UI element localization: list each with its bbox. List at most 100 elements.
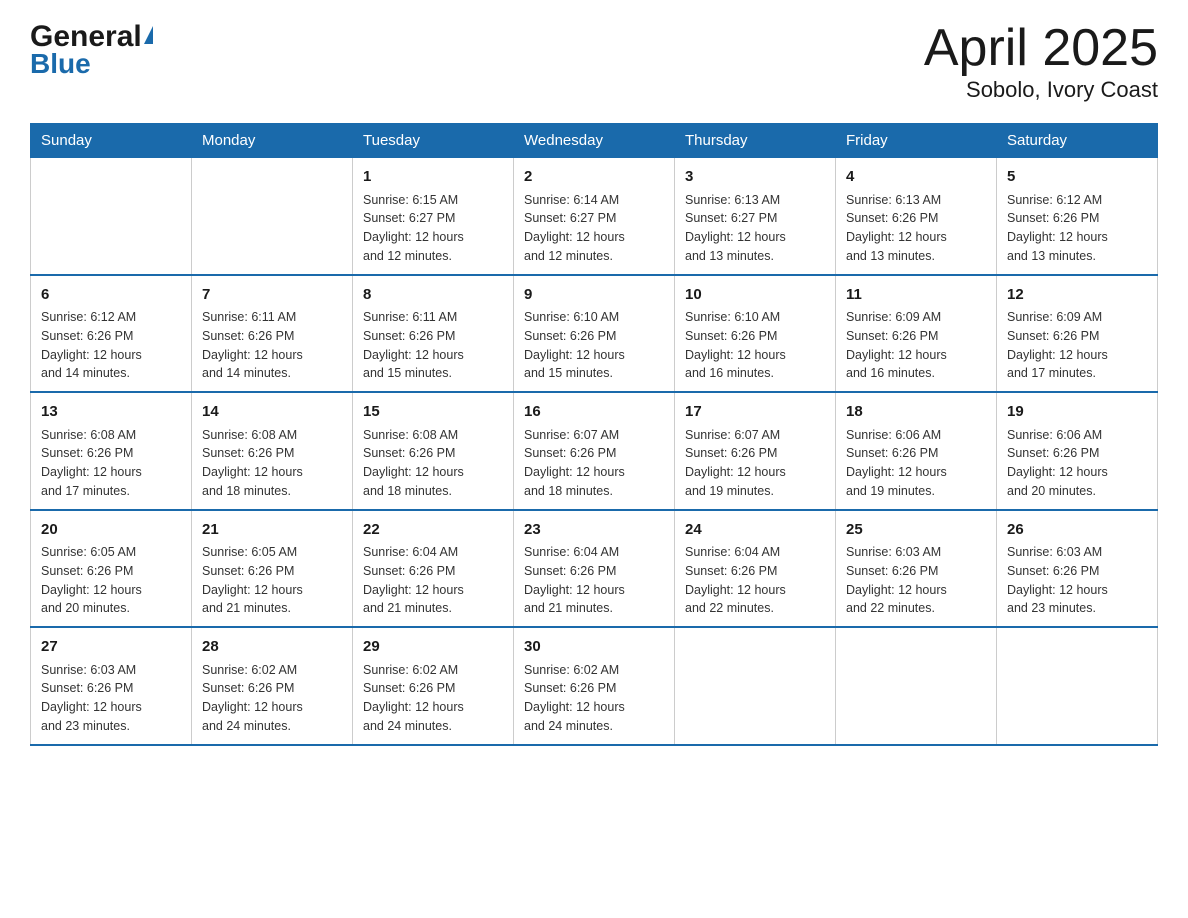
calendar-cell: 11Sunrise: 6:09 AM Sunset: 6:26 PM Dayli…	[836, 275, 997, 393]
calendar-cell: 27Sunrise: 6:03 AM Sunset: 6:26 PM Dayli…	[31, 627, 192, 745]
calendar-cell	[192, 158, 353, 275]
page-subtitle: Sobolo, Ivory Coast	[924, 77, 1158, 103]
day-info: Sunrise: 6:09 AM Sunset: 6:26 PM Dayligh…	[846, 308, 986, 383]
calendar-week-row: 6Sunrise: 6:12 AM Sunset: 6:26 PM Daylig…	[31, 275, 1158, 393]
calendar-cell: 13Sunrise: 6:08 AM Sunset: 6:26 PM Dayli…	[31, 392, 192, 510]
day-number: 27	[41, 636, 181, 659]
day-info: Sunrise: 6:05 AM Sunset: 6:26 PM Dayligh…	[41, 543, 181, 618]
calendar-table: SundayMondayTuesdayWednesdayThursdayFrid…	[30, 123, 1158, 746]
day-number: 13	[41, 401, 181, 424]
day-info: Sunrise: 6:06 AM Sunset: 6:26 PM Dayligh…	[846, 426, 986, 501]
day-info: Sunrise: 6:08 AM Sunset: 6:26 PM Dayligh…	[202, 426, 342, 501]
column-header-monday: Monday	[192, 124, 353, 158]
calendar-cell	[836, 627, 997, 745]
day-number: 21	[202, 519, 342, 542]
calendar-header-row: SundayMondayTuesdayWednesdayThursdayFrid…	[31, 124, 1158, 158]
logo-triangle-icon	[144, 26, 153, 44]
day-info: Sunrise: 6:11 AM Sunset: 6:26 PM Dayligh…	[202, 308, 342, 383]
day-number: 28	[202, 636, 342, 659]
day-info: Sunrise: 6:07 AM Sunset: 6:26 PM Dayligh…	[524, 426, 664, 501]
day-info: Sunrise: 6:11 AM Sunset: 6:26 PM Dayligh…	[363, 308, 503, 383]
day-info: Sunrise: 6:02 AM Sunset: 6:26 PM Dayligh…	[524, 661, 664, 736]
day-number: 8	[363, 284, 503, 307]
calendar-week-row: 20Sunrise: 6:05 AM Sunset: 6:26 PM Dayli…	[31, 510, 1158, 628]
calendar-cell: 30Sunrise: 6:02 AM Sunset: 6:26 PM Dayli…	[514, 627, 675, 745]
day-number: 22	[363, 519, 503, 542]
calendar-cell: 1Sunrise: 6:15 AM Sunset: 6:27 PM Daylig…	[353, 158, 514, 275]
day-number: 1	[363, 166, 503, 189]
day-info: Sunrise: 6:10 AM Sunset: 6:26 PM Dayligh…	[685, 308, 825, 383]
day-info: Sunrise: 6:03 AM Sunset: 6:26 PM Dayligh…	[846, 543, 986, 618]
column-header-friday: Friday	[836, 124, 997, 158]
calendar-cell: 28Sunrise: 6:02 AM Sunset: 6:26 PM Dayli…	[192, 627, 353, 745]
calendar-cell: 21Sunrise: 6:05 AM Sunset: 6:26 PM Dayli…	[192, 510, 353, 628]
calendar-cell: 20Sunrise: 6:05 AM Sunset: 6:26 PM Dayli…	[31, 510, 192, 628]
day-number: 4	[846, 166, 986, 189]
day-info: Sunrise: 6:07 AM Sunset: 6:26 PM Dayligh…	[685, 426, 825, 501]
calendar-cell	[675, 627, 836, 745]
page-title: April 2025	[924, 20, 1158, 77]
day-info: Sunrise: 6:12 AM Sunset: 6:26 PM Dayligh…	[41, 308, 181, 383]
calendar-cell: 4Sunrise: 6:13 AM Sunset: 6:26 PM Daylig…	[836, 158, 997, 275]
day-number: 29	[363, 636, 503, 659]
calendar-cell	[997, 627, 1158, 745]
calendar-cell: 16Sunrise: 6:07 AM Sunset: 6:26 PM Dayli…	[514, 392, 675, 510]
calendar-week-row: 27Sunrise: 6:03 AM Sunset: 6:26 PM Dayli…	[31, 627, 1158, 745]
day-info: Sunrise: 6:05 AM Sunset: 6:26 PM Dayligh…	[202, 543, 342, 618]
calendar-cell: 2Sunrise: 6:14 AM Sunset: 6:27 PM Daylig…	[514, 158, 675, 275]
day-info: Sunrise: 6:03 AM Sunset: 6:26 PM Dayligh…	[41, 661, 181, 736]
calendar-cell: 7Sunrise: 6:11 AM Sunset: 6:26 PM Daylig…	[192, 275, 353, 393]
day-info: Sunrise: 6:09 AM Sunset: 6:26 PM Dayligh…	[1007, 308, 1147, 383]
calendar-cell: 29Sunrise: 6:02 AM Sunset: 6:26 PM Dayli…	[353, 627, 514, 745]
day-info: Sunrise: 6:13 AM Sunset: 6:27 PM Dayligh…	[685, 191, 825, 266]
day-number: 19	[1007, 401, 1147, 424]
calendar-cell: 8Sunrise: 6:11 AM Sunset: 6:26 PM Daylig…	[353, 275, 514, 393]
calendar-cell: 19Sunrise: 6:06 AM Sunset: 6:26 PM Dayli…	[997, 392, 1158, 510]
day-number: 26	[1007, 519, 1147, 542]
day-info: Sunrise: 6:02 AM Sunset: 6:26 PM Dayligh…	[363, 661, 503, 736]
calendar-cell: 25Sunrise: 6:03 AM Sunset: 6:26 PM Dayli…	[836, 510, 997, 628]
title-block: April 2025 Sobolo, Ivory Coast	[924, 20, 1158, 103]
day-info: Sunrise: 6:06 AM Sunset: 6:26 PM Dayligh…	[1007, 426, 1147, 501]
day-number: 18	[846, 401, 986, 424]
day-number: 17	[685, 401, 825, 424]
page-header: General Blue April 2025 Sobolo, Ivory Co…	[30, 20, 1158, 103]
calendar-cell: 5Sunrise: 6:12 AM Sunset: 6:26 PM Daylig…	[997, 158, 1158, 275]
day-info: Sunrise: 6:10 AM Sunset: 6:26 PM Dayligh…	[524, 308, 664, 383]
calendar-cell: 6Sunrise: 6:12 AM Sunset: 6:26 PM Daylig…	[31, 275, 192, 393]
calendar-cell: 18Sunrise: 6:06 AM Sunset: 6:26 PM Dayli…	[836, 392, 997, 510]
calendar-cell: 12Sunrise: 6:09 AM Sunset: 6:26 PM Dayli…	[997, 275, 1158, 393]
column-header-saturday: Saturday	[997, 124, 1158, 158]
day-number: 20	[41, 519, 181, 542]
column-header-wednesday: Wednesday	[514, 124, 675, 158]
day-info: Sunrise: 6:15 AM Sunset: 6:27 PM Dayligh…	[363, 191, 503, 266]
column-header-tuesday: Tuesday	[353, 124, 514, 158]
day-info: Sunrise: 6:08 AM Sunset: 6:26 PM Dayligh…	[363, 426, 503, 501]
calendar-cell	[31, 158, 192, 275]
day-number: 24	[685, 519, 825, 542]
calendar-week-row: 1Sunrise: 6:15 AM Sunset: 6:27 PM Daylig…	[31, 158, 1158, 275]
calendar-cell: 24Sunrise: 6:04 AM Sunset: 6:26 PM Dayli…	[675, 510, 836, 628]
calendar-cell: 14Sunrise: 6:08 AM Sunset: 6:26 PM Dayli…	[192, 392, 353, 510]
calendar-cell: 17Sunrise: 6:07 AM Sunset: 6:26 PM Dayli…	[675, 392, 836, 510]
day-number: 11	[846, 284, 986, 307]
day-number: 23	[524, 519, 664, 542]
day-number: 30	[524, 636, 664, 659]
day-info: Sunrise: 6:04 AM Sunset: 6:26 PM Dayligh…	[524, 543, 664, 618]
day-info: Sunrise: 6:04 AM Sunset: 6:26 PM Dayligh…	[685, 543, 825, 618]
day-number: 15	[363, 401, 503, 424]
calendar-cell: 9Sunrise: 6:10 AM Sunset: 6:26 PM Daylig…	[514, 275, 675, 393]
day-number: 16	[524, 401, 664, 424]
calendar-cell: 22Sunrise: 6:04 AM Sunset: 6:26 PM Dayli…	[353, 510, 514, 628]
column-header-thursday: Thursday	[675, 124, 836, 158]
logo-blue-text: Blue	[30, 48, 91, 80]
day-info: Sunrise: 6:13 AM Sunset: 6:26 PM Dayligh…	[846, 191, 986, 266]
day-number: 9	[524, 284, 664, 307]
column-header-sunday: Sunday	[31, 124, 192, 158]
calendar-cell: 23Sunrise: 6:04 AM Sunset: 6:26 PM Dayli…	[514, 510, 675, 628]
day-number: 10	[685, 284, 825, 307]
day-number: 2	[524, 166, 664, 189]
day-number: 12	[1007, 284, 1147, 307]
day-number: 14	[202, 401, 342, 424]
day-info: Sunrise: 6:02 AM Sunset: 6:26 PM Dayligh…	[202, 661, 342, 736]
